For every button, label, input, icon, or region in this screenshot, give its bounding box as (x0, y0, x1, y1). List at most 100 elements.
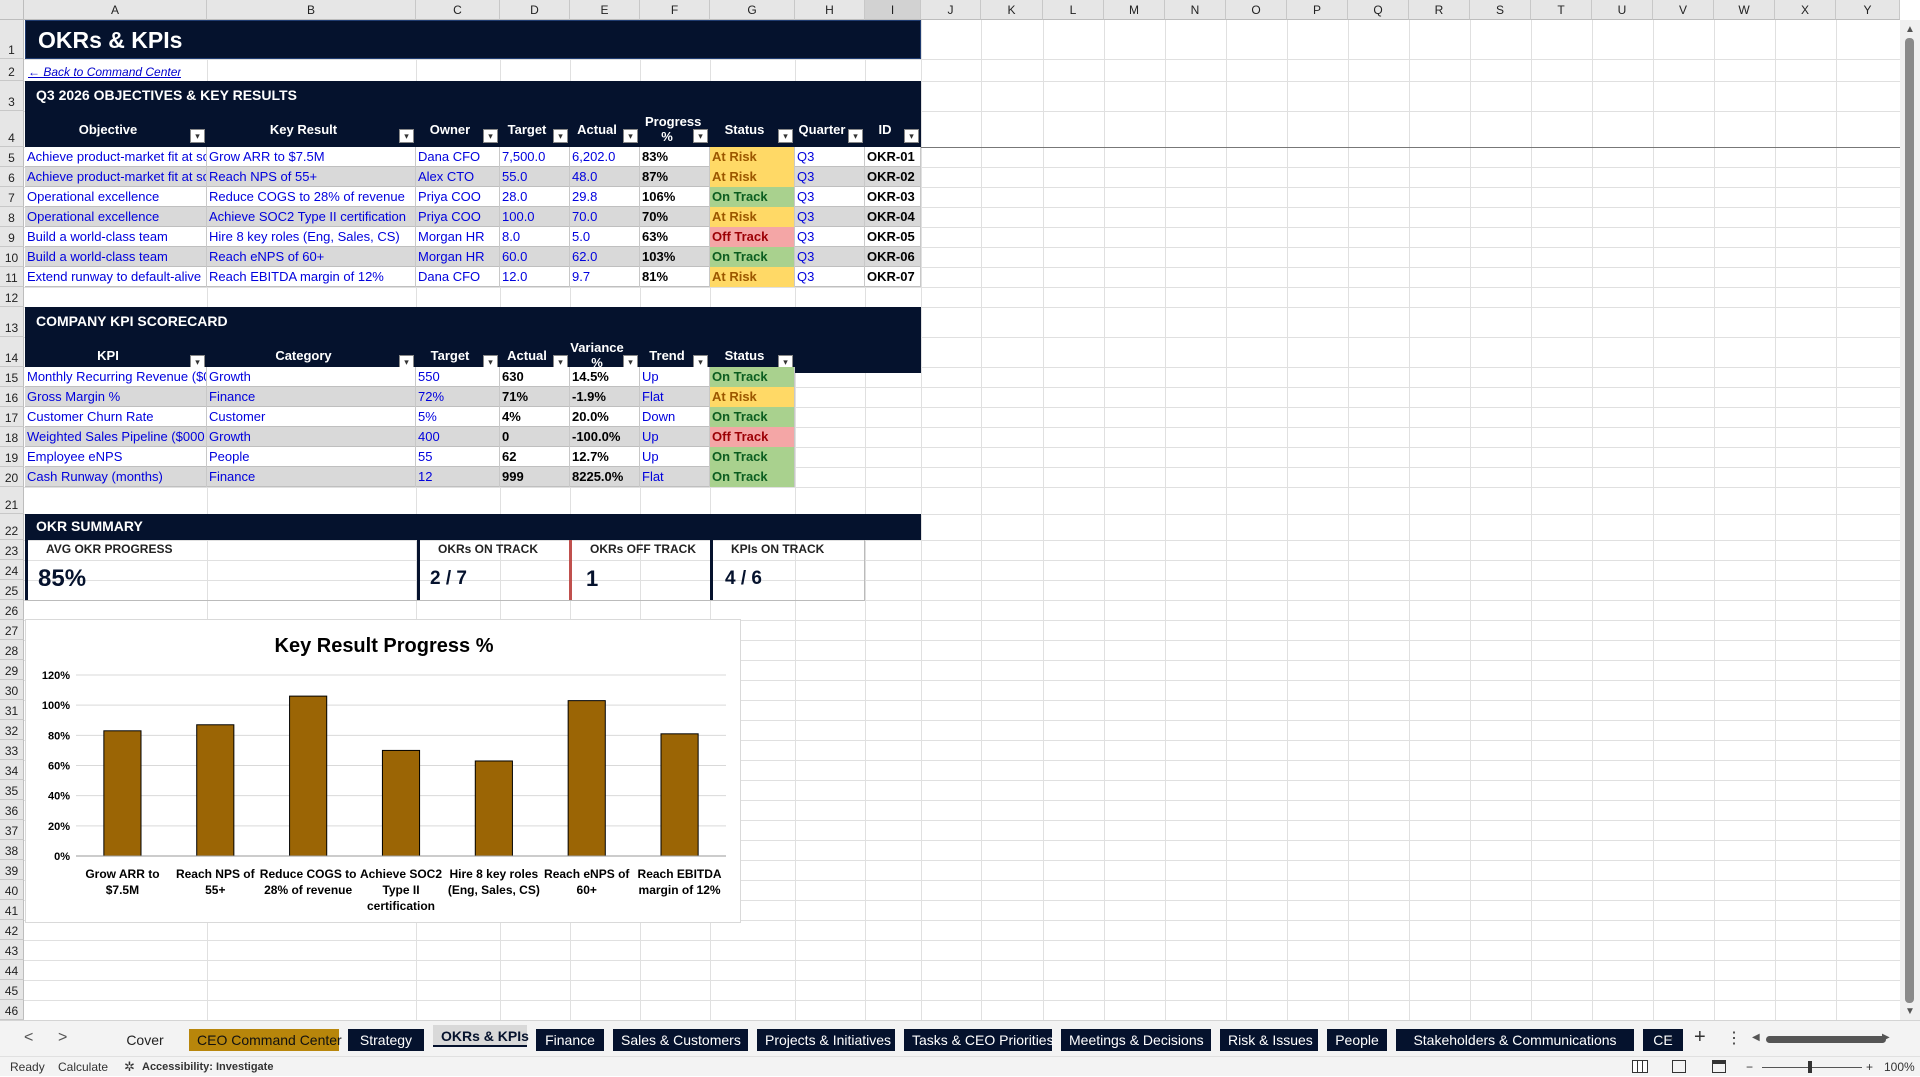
okr-status-badge[interactable]: At Risk (710, 267, 795, 287)
okr-cell[interactable]: 28.0 (500, 187, 570, 207)
column-header[interactable]: X (1775, 0, 1836, 20)
okr-cell[interactable]: 62.0 (570, 247, 640, 267)
okr-cell[interactable]: Build a world-class team (25, 247, 207, 267)
kpi-cell[interactable]: Growth (207, 427, 416, 447)
column-header[interactable]: I (865, 0, 921, 20)
back-to-command-center-link[interactable]: ← Back to Command Center (26, 63, 181, 81)
row-header[interactable]: 12 (0, 287, 24, 307)
okr-cell[interactable]: 106% (640, 187, 710, 207)
okr-cell[interactable]: 8.0 (500, 227, 570, 247)
okr-cell[interactable]: 7,500.0 (500, 147, 570, 167)
scroll-up-arrow-icon[interactable]: ▲ (1905, 24, 1915, 35)
okr-cell[interactable]: Morgan HR (416, 247, 500, 267)
okr-cell[interactable]: Grow ARR to $7.5M (207, 147, 416, 167)
sheet-tab[interactable]: OKRs & KPIs (433, 1025, 529, 1047)
column-header[interactable]: L (1043, 0, 1104, 20)
kpi-cell[interactable]: 14.5% (570, 367, 640, 387)
column-header[interactable]: K (981, 0, 1043, 20)
column-header[interactable]: N (1165, 0, 1226, 20)
column-header[interactable]: G (710, 0, 795, 20)
kpi-cell[interactable]: Up (640, 447, 710, 467)
kpi-cell[interactable]: 72% (416, 387, 500, 407)
kpi-cell[interactable]: Monthly Recurring Revenue ($0 (25, 367, 207, 387)
filter-dropdown-icon[interactable]: ▾ (399, 129, 414, 143)
okr-cell[interactable]: Q3 (795, 167, 865, 187)
kpi-cell[interactable]: 71% (500, 387, 570, 407)
okr-cell[interactable]: Q3 (795, 267, 865, 287)
row-header[interactable]: 43 (0, 940, 24, 960)
okr-cell[interactable]: 29.8 (570, 187, 640, 207)
chart-bar[interactable] (660, 733, 699, 857)
okr-cell[interactable]: Q3 (795, 227, 865, 247)
kpi-cell[interactable]: Gross Margin % (25, 387, 207, 407)
row-header[interactable]: 29 (0, 660, 24, 680)
row-header[interactable]: 3 (0, 81, 24, 111)
column-header[interactable]: H (795, 0, 865, 20)
okr-cell[interactable]: Morgan HR (416, 227, 500, 247)
okr-cell[interactable]: 63% (640, 227, 710, 247)
prev-sheet-icon[interactable]: < (24, 1029, 33, 1047)
row-header[interactable]: 26 (0, 600, 24, 620)
kpi-status-badge[interactable]: On Track (710, 447, 795, 467)
chart-bar[interactable] (381, 749, 421, 857)
hscroll-left-icon[interactable]: ◀ (1752, 1032, 1760, 1043)
okr-cell[interactable]: OKR-05 (865, 227, 921, 247)
kpi-cell[interactable]: 62 (500, 447, 570, 467)
kpi-cell[interactable]: Weighted Sales Pipeline ($000 (25, 427, 207, 447)
row-header[interactable]: 8 (0, 207, 24, 227)
okr-cell[interactable]: Reach eNPS of 60+ (207, 247, 416, 267)
sheet-tab[interactable]: CEO Command Center (189, 1029, 342, 1051)
column-header[interactable]: U (1592, 0, 1653, 20)
okr-cell[interactable]: Alex CTO (416, 167, 500, 187)
okr-cell[interactable]: 5.0 (570, 227, 640, 247)
accessibility-icon[interactable]: ✲ (124, 1057, 135, 1077)
vertical-scrollbar[interactable]: ▲ ▼ (1900, 20, 1920, 1020)
zoom-level[interactable]: 100% (1884, 1057, 1915, 1077)
sheet-tab[interactable]: Sales & Customers (613, 1029, 748, 1051)
chart-bar[interactable] (567, 700, 606, 857)
column-header[interactable]: B (207, 0, 416, 20)
kpi-cell[interactable]: 630 (500, 367, 570, 387)
row-header[interactable]: 31 (0, 700, 24, 720)
okr-cell[interactable]: 6,202.0 (570, 147, 640, 167)
sheet-tab[interactable]: Projects & Initiatives (757, 1029, 895, 1051)
okr-status-badge[interactable]: At Risk (710, 167, 795, 187)
kpi-cell[interactable]: 4% (500, 407, 570, 427)
kpi-cell[interactable]: 55 (416, 447, 500, 467)
row-header[interactable]: 9 (0, 227, 24, 247)
row-header[interactable]: 2 (0, 59, 24, 81)
kpi-cell[interactable]: 400 (416, 427, 500, 447)
row-header[interactable]: 20 (0, 467, 24, 487)
filter-dropdown-icon[interactable]: ▾ (623, 129, 638, 143)
kpi-cell[interactable]: 12.7% (570, 447, 640, 467)
okr-cell[interactable]: OKR-06 (865, 247, 921, 267)
okr-cell[interactable]: Operational excellence (25, 207, 207, 227)
kpi-cell[interactable]: Employee eNPS (25, 447, 207, 467)
okr-cell[interactable]: Q3 (795, 147, 865, 167)
column-header[interactable]: W (1714, 0, 1775, 20)
chart-bar[interactable] (196, 724, 235, 857)
column-header[interactable]: V (1653, 0, 1714, 20)
vertical-scroll-thumb[interactable] (1905, 38, 1914, 1003)
okr-cell[interactable]: 70.0 (570, 207, 640, 227)
okr-status-badge[interactable]: At Risk (710, 147, 795, 167)
okr-cell[interactable]: 55.0 (500, 167, 570, 187)
kpi-cell[interactable]: Finance (207, 467, 416, 487)
okr-cell[interactable]: 9.7 (570, 267, 640, 287)
okr-cell[interactable]: Q3 (795, 187, 865, 207)
sheet-tab[interactable]: Tasks & CEO Priorities (904, 1029, 1054, 1051)
sheet-tab[interactable]: People (1327, 1029, 1387, 1051)
kpi-cell[interactable]: 0 (500, 427, 570, 447)
okr-cell[interactable]: 87% (640, 167, 710, 187)
sheet-tab[interactable]: Cover (110, 1029, 180, 1051)
row-header[interactable]: 37 (0, 820, 24, 840)
column-header[interactable]: Y (1836, 0, 1900, 20)
okr-status-badge[interactable]: Off Track (710, 227, 795, 247)
kpi-cell[interactable]: 12 (416, 467, 500, 487)
status-calculate[interactable]: Calculate (58, 1057, 108, 1077)
row-header[interactable]: 17 (0, 407, 24, 427)
kpi-cell[interactable]: Customer Churn Rate (25, 407, 207, 427)
column-header[interactable]: C (416, 0, 500, 20)
column-header[interactable]: T (1531, 0, 1592, 20)
add-sheet-icon[interactable]: + (1694, 1026, 1706, 1049)
